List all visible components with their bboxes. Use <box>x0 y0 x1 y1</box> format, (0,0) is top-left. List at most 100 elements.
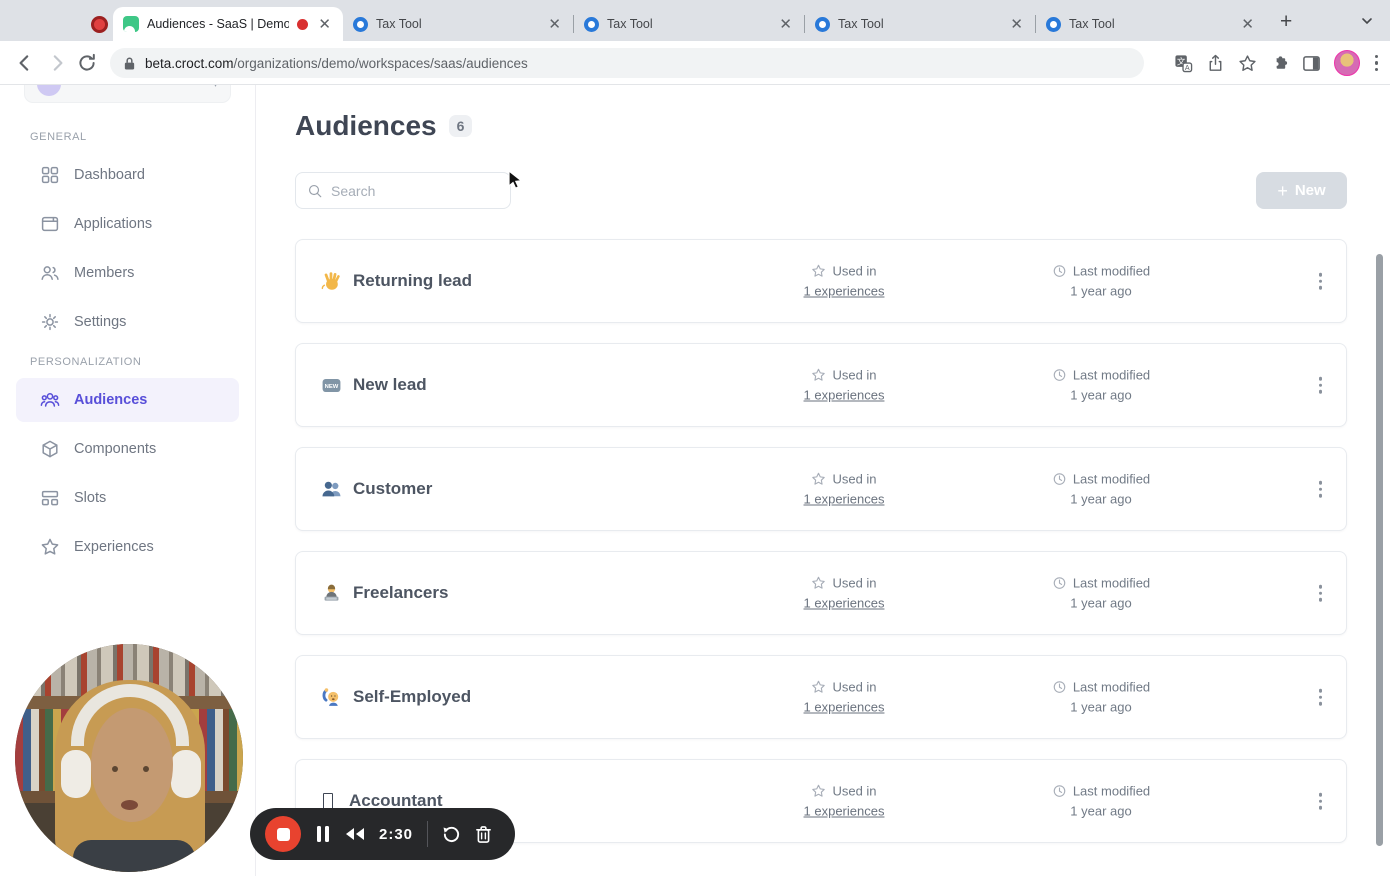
experiences-star-icon <box>40 537 60 557</box>
workspace-selector[interactable]: ▾ <box>24 85 231 103</box>
tab-close-icon[interactable]: ✕ <box>546 15 563 34</box>
experiences-link[interactable]: 1 experiences <box>804 284 885 299</box>
tab-close-icon[interactable]: ✕ <box>777 15 794 34</box>
bookmark-star-icon[interactable] <box>1238 54 1257 73</box>
tab-title: Tax Tool <box>1069 17 1231 31</box>
page-scrollbar[interactable] <box>1376 254 1383 846</box>
tab-tax-tool-1[interactable]: Tax Tool ✕ <box>343 7 573 41</box>
sidebar-item-label: Experiences <box>74 539 154 555</box>
audience-name: Returning lead <box>321 271 472 292</box>
tab-close-icon[interactable]: ✕ <box>316 15 333 34</box>
star-icon <box>811 576 826 591</box>
rewind-button[interactable] <box>345 827 365 841</box>
sidebar-item-label: Members <box>74 265 134 281</box>
side-panel-icon[interactable] <box>1302 54 1321 73</box>
last-modified-value: 1 year ago <box>1070 700 1131 715</box>
row-menu-button[interactable] <box>1315 269 1327 294</box>
settings-gear-icon <box>40 312 60 332</box>
sidebar-item-label: Audiences <box>74 392 147 408</box>
audience-name: Customer <box>321 479 432 500</box>
used-in-label: Used in <box>832 264 876 279</box>
row-menu-button[interactable] <box>1315 373 1327 398</box>
sidebar-item-slots[interactable]: Slots <box>16 476 239 520</box>
tab-tax-tool-2[interactable]: Tax Tool ✕ <box>574 7 804 41</box>
forward-button[interactable] <box>46 52 68 74</box>
back-button[interactable] <box>14 52 36 74</box>
last-modified-value: 1 year ago <box>1070 492 1131 507</box>
row-menu-button[interactable] <box>1315 685 1327 710</box>
profile-avatar[interactable] <box>1334 50 1360 76</box>
technologist-emoji-icon <box>321 583 342 604</box>
chevron-down-icon: ▾ <box>213 85 218 90</box>
star-icon <box>811 368 826 383</box>
delete-recording-button[interactable] <box>475 825 492 844</box>
audience-count-badge: 6 <box>449 115 473 137</box>
tab-close-icon[interactable]: ✕ <box>1239 15 1256 34</box>
tab-title: Tax Tool <box>376 17 538 31</box>
experiences-link[interactable]: 1 experiences <box>804 804 885 819</box>
sidebar-item-label: Applications <box>74 216 152 232</box>
browser-menu-button[interactable] <box>1373 53 1381 74</box>
experiences-link[interactable]: 1 experiences <box>804 700 885 715</box>
tab-audiences[interactable]: Audiences - SaaS | Demo ✕ <box>113 7 343 41</box>
address-bar[interactable]: beta.croct.com/organizations/demo/worksp… <box>110 48 1144 78</box>
sidebar-item-label: Slots <box>74 490 106 506</box>
pause-recording-button[interactable] <box>315 824 331 844</box>
audience-row[interactable]: Freelancers Used in 1 experiences Last m… <box>295 551 1347 635</box>
row-menu-button[interactable] <box>1315 581 1327 606</box>
members-icon <box>40 263 60 283</box>
sidebar-item-label: Settings <box>74 314 126 330</box>
used-in-label: Used in <box>832 472 876 487</box>
sidebar-item-members[interactable]: Members <box>16 251 239 295</box>
stop-recording-button[interactable] <box>265 816 301 852</box>
row-menu-button[interactable] <box>1315 789 1327 814</box>
sidebar-item-experiences[interactable]: Experiences <box>16 525 239 569</box>
tax-tool-favicon-icon <box>1046 17 1061 32</box>
row-menu-button[interactable] <box>1315 477 1327 502</box>
sidebar-item-label: Dashboard <box>74 167 145 183</box>
translate-icon[interactable]: 文A <box>1174 54 1193 73</box>
new-tab-button[interactable]: + <box>1280 10 1292 34</box>
audience-row[interactable]: NEW New lead Used in 1 experiences Last … <box>295 343 1347 427</box>
audiences-icon <box>40 390 60 410</box>
search-box[interactable] <box>295 172 511 209</box>
used-in-label: Used in <box>832 680 876 695</box>
sidebar-item-settings[interactable]: Settings <box>16 300 239 344</box>
raising-hand-emoji-icon <box>321 687 342 708</box>
last-modified-value: 1 year ago <box>1070 284 1131 299</box>
recording-timer: 2:30 <box>379 826 413 843</box>
last-modified-value: 1 year ago <box>1070 388 1131 403</box>
new-audience-button[interactable]: + New <box>1256 172 1347 209</box>
sidebar-item-applications[interactable]: Applications <box>16 202 239 246</box>
experiences-link[interactable]: 1 experiences <box>804 596 885 611</box>
tab-search-chevron-icon[interactable] <box>1360 14 1374 33</box>
audience-row[interactable]: Self-Employed Used in 1 experiences Last… <box>295 655 1347 739</box>
star-icon <box>811 680 826 695</box>
reload-button[interactable] <box>76 52 98 74</box>
experiences-link[interactable]: 1 experiences <box>804 388 885 403</box>
share-icon[interactable] <box>1206 54 1225 73</box>
clock-icon <box>1052 576 1067 591</box>
tab-title: Audiences - SaaS | Demo <box>147 17 289 31</box>
last-modified-label: Last modified <box>1073 472 1150 487</box>
tab-tax-tool-4[interactable]: Tax Tool ✕ <box>1036 7 1266 41</box>
restart-recording-button[interactable] <box>442 825 461 844</box>
clock-icon <box>1052 472 1067 487</box>
clock-icon <box>1052 784 1067 799</box>
search-input[interactable] <box>331 183 499 199</box>
experiences-link[interactable]: 1 experiences <box>804 492 885 507</box>
audience-row[interactable]: Customer Used in 1 experiences Last modi… <box>295 447 1347 531</box>
recording-control-bar: 2:30 <box>250 808 515 860</box>
extensions-puzzle-icon[interactable] <box>1270 54 1289 73</box>
croct-favicon-icon <box>123 16 139 32</box>
sidebar-item-dashboard[interactable]: Dashboard <box>16 153 239 197</box>
audience-row[interactable]: Returning lead Used in 1 experiences Las… <box>295 239 1347 323</box>
sidebar-item-audiences[interactable]: Audiences <box>16 378 239 422</box>
tax-tool-favicon-icon <box>584 17 599 32</box>
sidebar-item-components[interactable]: Components <box>16 427 239 471</box>
tab-tax-tool-3[interactable]: Tax Tool ✕ <box>805 7 1035 41</box>
tab-close-icon[interactable]: ✕ <box>1008 15 1025 34</box>
star-icon <box>811 472 826 487</box>
plus-icon: + <box>1277 182 1288 200</box>
webcam-overlay <box>15 644 243 872</box>
